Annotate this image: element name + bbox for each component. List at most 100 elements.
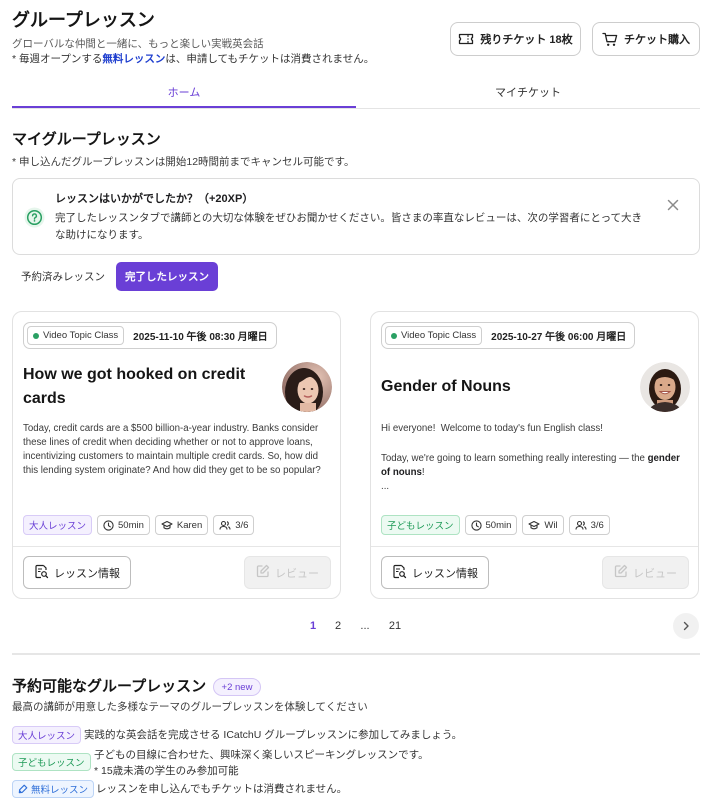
ticket-balance-button[interactable]: 残りチケット 18枚 (450, 22, 581, 56)
free-lesson-highlight: 無料レッスン (102, 53, 166, 65)
section-divider (12, 653, 700, 655)
page-link[interactable]: 2 (326, 617, 350, 635)
my-lessons-heading: マイグループレッスン (12, 131, 161, 148)
category-tag: Video Topic Class (27, 326, 125, 345)
teacher-avatar (640, 362, 690, 412)
teacher-chip: Wil (522, 515, 564, 535)
lesson-schedule-pill: Video Topic Class 2025-10-27 午後 06:00 月曜… (381, 322, 636, 349)
teacher-name: Karen (176, 519, 203, 531)
tab-home-label: ホーム (167, 87, 201, 99)
filter-completed-lessons[interactable]: 完了したレッスン (116, 262, 218, 291)
teacher-name: Wil (544, 519, 558, 531)
question-circle-icon (24, 207, 45, 228)
next-page-button[interactable] (673, 613, 699, 639)
buy-ticket-label: チケット購入 (624, 34, 690, 46)
lesson-schedule-pill: Video Topic Class 2025-11-10 午後 08:30 月曜… (23, 322, 277, 349)
lesson-description: Hi everyone! Welcome to today's fun Engl… (381, 422, 683, 494)
page-subtitle: グローバルな仲間と一緒に、もっと楽しい実戦英会話 (12, 38, 264, 50)
lesson-info-button[interactable]: レッスン情報 (23, 556, 131, 589)
lesson-meta: 大人レッスン 50min Karen 3/6 (23, 515, 255, 535)
description-paragraph: ... (381, 481, 390, 492)
page-link-current[interactable]: 1 (301, 617, 325, 635)
tab-my-tickets-label: マイチケット (495, 87, 561, 99)
teacher-avatar (282, 362, 332, 412)
capacity-chip: 3/6 (213, 515, 255, 535)
review-button[interactable]: レビュー (244, 556, 331, 589)
lesson-card[interactable]: Video Topic Class 2025-11-10 午後 08:30 月曜… (12, 311, 341, 599)
duration-chip: 50min (464, 515, 518, 535)
lesson-info-label: レッスン情報 (412, 567, 478, 580)
kids-lesson-badge: 子どもレッスン (12, 753, 91, 771)
lesson-card[interactable]: Video Topic Class 2025-10-27 午後 06:00 月曜… (370, 311, 699, 599)
edit-icon (256, 564, 270, 581)
duration-value: 50min (118, 519, 144, 531)
teacher-chip: Karen (154, 515, 209, 535)
lesson-title: How we got hooked on credit cards (23, 366, 246, 407)
category-label: Video Topic Class (43, 330, 119, 341)
lesson-meta: 子どもレッスン 50min Wil 3/6 (381, 515, 610, 535)
tab-my-tickets[interactable]: マイチケット (356, 76, 700, 108)
category-tag: Video Topic Class (385, 326, 483, 345)
main-tabs: ホーム マイチケット (12, 76, 700, 109)
description-paragraph: Today, we're going to learn something re… (381, 452, 683, 480)
pagination: 1 2 ... 21 (301, 617, 411, 635)
level-badge: 子どもレッスン (381, 515, 460, 535)
duration-chip: 50min (97, 515, 150, 535)
card-divider (371, 546, 698, 547)
document-search-icon (34, 564, 49, 582)
review-label: レビュー (275, 567, 319, 580)
lesson-datetime: 2025-11-10 午後 08:30 月曜日 (133, 332, 268, 343)
available-lessons-description: 最高の講師が用意した多様なテーマのグループレッスンを体験してください (12, 701, 368, 713)
free-lesson-text: レッスンを申し込んでもチケットは消費されません。 (96, 783, 348, 795)
new-count-badge: +2 new (213, 678, 261, 696)
users-icon (219, 520, 231, 531)
lesson-datetime: 2025-10-27 午後 06:00 月曜日 (491, 332, 627, 343)
adult-lesson-text: 実践的な英会話を完成させる ICatchU グループレッスンに参加してみましょう… (84, 729, 463, 741)
free-lesson-badge: 無料レッスン (12, 780, 95, 798)
clock-icon (103, 519, 114, 531)
review-prompt-text: 完了したレッスンタブで講師との大切な体験をぜひお聞かせください。皆さまの率直なレ… (55, 212, 643, 241)
category-label: Video Topic Class (401, 330, 477, 341)
kids-lesson-text: 子どもの目線に合わせた、興味深く楽しいスピーキングレッスンです。 (94, 749, 429, 761)
capacity-value: 3/6 (590, 519, 604, 531)
note-suffix: は、申請してもチケットは消費されません。 (165, 53, 375, 65)
kids-lesson-age-note: * 15歳未満の学生のみ参加可能 (94, 765, 239, 777)
chevron-right-icon (681, 619, 691, 634)
buy-ticket-button[interactable]: チケット購入 (592, 22, 700, 56)
description-paragraph: Hi everyone! Welcome to today's fun Engl… (381, 423, 603, 434)
lesson-title: Gender of Nouns (381, 378, 511, 395)
page-ellipsis: ... (360, 620, 370, 632)
status-dot-icon (33, 332, 39, 339)
free-lesson-badge-label: 無料レッスン (31, 785, 89, 796)
ticket-icon (458, 32, 474, 46)
filter-reserved-lessons[interactable]: 予約済みレッスン (14, 262, 112, 291)
filter-completed-label: 完了したレッスン (125, 271, 209, 283)
description-text: ! (421, 467, 425, 478)
review-prompt-title: レッスンはいかがでしたか？（+20XP） (55, 193, 254, 205)
description-text: Today, we're going to learn something re… (381, 453, 648, 464)
review-label: レビュー (633, 567, 677, 580)
review-prompt: レッスンはいかがでしたか？（+20XP） 完了したレッスンタブで講師との大切な体… (12, 178, 700, 255)
page-title: グループレッスン (12, 10, 155, 30)
page-link-last[interactable]: 21 (383, 617, 407, 635)
document-search-icon (392, 564, 407, 582)
cart-icon (602, 32, 618, 47)
lesson-title-area: How we got hooked on credit cards (23, 362, 278, 412)
filter-reserved-label: 予約済みレッスン (21, 271, 105, 283)
lesson-info-label: レッスン情報 (54, 567, 120, 580)
lesson-title-area: Gender of Nouns (381, 362, 636, 412)
clock-icon (470, 519, 482, 531)
close-icon[interactable] (666, 198, 680, 212)
note-prefix: * 毎週オープンする (12, 53, 103, 65)
microphone-icon (18, 784, 28, 794)
graduation-cap-icon (161, 520, 173, 531)
ticket-balance-label: 残りチケット 18枚 (480, 34, 573, 46)
graduation-cap-icon (528, 520, 540, 531)
card-divider (13, 546, 340, 547)
lesson-info-button[interactable]: レッスン情報 (381, 556, 489, 589)
adult-lesson-badge: 大人レッスン (12, 726, 82, 744)
free-lesson-note: * 毎週オープンする無料レッスンは、申請してもチケットは消費されません。 (12, 52, 374, 66)
lesson-description: Today, credit cards are a $500 billion-a… (23, 422, 325, 478)
review-button[interactable]: レビュー (602, 556, 689, 589)
tab-home[interactable]: ホーム (12, 76, 356, 108)
